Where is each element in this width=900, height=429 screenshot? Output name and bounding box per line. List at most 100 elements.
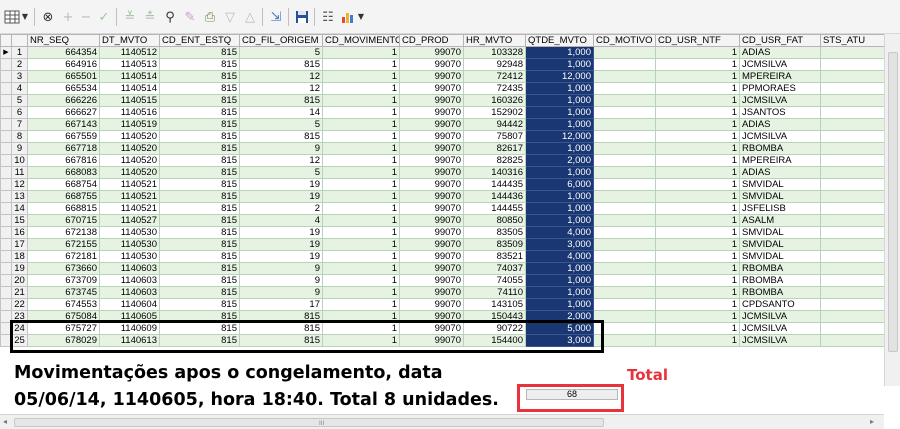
table-row[interactable]: 13 668755 1140521 815 19 1 99070 144436 1,000 1 SM… — [0, 190, 885, 203]
row-number[interactable]: 16 — [11, 226, 28, 239]
table-cell[interactable] — [593, 238, 656, 251]
table-cell[interactable]: 19 — [239, 178, 323, 191]
table-cell[interactable]: 1 — [322, 142, 400, 155]
remove-icon[interactable]: − — [76, 7, 96, 27]
table-cell[interactable]: 1 — [322, 58, 400, 71]
table-cell[interactable]: 12,000 — [525, 70, 594, 83]
table-cell[interactable]: 1140520 — [99, 166, 160, 179]
table-row[interactable]: 22 674553 1140604 815 17 1 99070 143105 1,000 1 CP… — [0, 298, 885, 311]
row-number[interactable]: 17 — [11, 238, 28, 251]
table-cell[interactable] — [593, 130, 656, 143]
table-cell[interactable]: 1140527 — [99, 214, 160, 227]
table-cell[interactable]: 14 — [239, 106, 323, 119]
column-header[interactable]: CD_MOTIVO — [593, 34, 656, 47]
table-cell[interactable]: 815 — [159, 46, 240, 59]
table-cell[interactable]: 667143 — [27, 118, 100, 131]
column-header[interactable]: CD_PROD — [399, 34, 464, 47]
table-cell[interactable]: 99070 — [399, 70, 464, 83]
table-cell[interactable]: 815 — [159, 214, 240, 227]
table-cell[interactable]: 1 — [655, 154, 740, 167]
table-cell[interactable]: 4,000 — [525, 226, 594, 239]
column-header[interactable]: DT_MVTO — [99, 34, 160, 47]
table-cell[interactable] — [820, 106, 885, 119]
table-cell[interactable]: 1140512 — [99, 46, 160, 59]
row-indicator[interactable] — [0, 298, 12, 311]
table-cell[interactable]: MPEREIRA — [739, 70, 821, 83]
table-cell[interactable]: 1,000 — [525, 214, 594, 227]
table-cell[interactable]: 1 — [322, 94, 400, 107]
table-cell[interactable]: 665501 — [27, 70, 100, 83]
table-cell[interactable]: MPEREIRA — [739, 154, 821, 167]
table-cell[interactable]: 1 — [322, 166, 400, 179]
table-cell[interactable]: 1140516 — [99, 106, 160, 119]
table-row[interactable]: 10 667816 1140520 815 12 1 99070 82825 2,000 1 MPE… — [0, 154, 885, 167]
table-row[interactable]: 2 664916 1140513 815 815 1 99070 92948 1,000 1 JCM… — [0, 58, 885, 71]
table-cell[interactable]: JCMSILVA — [739, 94, 821, 107]
row-number[interactable]: 3 — [11, 70, 28, 83]
column-header[interactable]: CD_MOVIMENTO — [322, 34, 400, 47]
table-cell[interactable] — [820, 238, 885, 251]
table-cell[interactable]: 1 — [322, 130, 400, 143]
row-indicator[interactable] — [0, 106, 12, 119]
row-number[interactable]: 6 — [11, 106, 28, 119]
table-cell[interactable]: 12,000 — [525, 130, 594, 143]
row-number[interactable]: 11 — [11, 166, 28, 179]
table-cell[interactable]: 815 — [239, 130, 323, 143]
table-cell[interactable]: 1140520 — [99, 154, 160, 167]
table-cell[interactable]: 673660 — [27, 262, 100, 275]
row-indicator[interactable] — [0, 202, 12, 215]
table-cell[interactable]: 2 — [239, 202, 323, 215]
table-cell[interactable]: 1140530 — [99, 250, 160, 263]
table-cell[interactable]: 99070 — [399, 178, 464, 191]
table-cell[interactable]: 5 — [239, 166, 323, 179]
table-cell[interactable]: 1 — [655, 190, 740, 203]
grid-menu-dropdown-icon[interactable]: ▼ — [20, 7, 30, 27]
table-cell[interactable]: 1140520 — [99, 130, 160, 143]
table-cell[interactable]: 1 — [655, 334, 740, 347]
row-indicator[interactable] — [0, 142, 12, 155]
table-cell[interactable]: 1 — [655, 286, 740, 299]
table-cell[interactable]: 80850 — [463, 214, 526, 227]
chart-icon[interactable] — [338, 7, 358, 27]
row-number[interactable]: 1 — [11, 46, 28, 59]
table-cell[interactable]: 1 — [322, 286, 400, 299]
scroll-right-icon[interactable]: ▸ — [870, 417, 874, 426]
table-cell[interactable]: CPDSANTO — [739, 298, 821, 311]
table-cell[interactable]: 1 — [655, 166, 740, 179]
print-icon[interactable]: ⎙ — [200, 7, 220, 27]
table-cell[interactable]: 1,000 — [525, 190, 594, 203]
table-cell[interactable]: 1 — [655, 310, 740, 323]
table-cell[interactable]: 1140530 — [99, 238, 160, 251]
table-cell[interactable] — [820, 58, 885, 71]
table-cell[interactable]: 99070 — [399, 94, 464, 107]
table-cell[interactable]: 99070 — [399, 274, 464, 287]
table-cell[interactable] — [820, 94, 885, 107]
row-indicator[interactable] — [0, 178, 12, 191]
sort-desc-icon[interactable]: ≛ — [140, 7, 160, 27]
table-cell[interactable]: 1 — [655, 298, 740, 311]
table-cell[interactable] — [593, 262, 656, 275]
table-cell[interactable]: 12 — [239, 82, 323, 95]
table-cell[interactable]: 815 — [159, 190, 240, 203]
table-cell[interactable]: 9 — [239, 286, 323, 299]
horizontal-scrollbar[interactable]: ◂ III ▸ — [0, 414, 884, 429]
table-cell[interactable] — [820, 274, 885, 287]
table-cell[interactable] — [820, 262, 885, 275]
table-cell[interactable]: 99070 — [399, 130, 464, 143]
table-cell[interactable]: 144455 — [463, 202, 526, 215]
column-header[interactable]: HR_MVTO — [463, 34, 526, 47]
table-cell[interactable]: 815 — [159, 202, 240, 215]
table-cell[interactable]: 815 — [159, 298, 240, 311]
table-cell[interactable]: 668083 — [27, 166, 100, 179]
table-cell[interactable]: JCMSILVA — [739, 322, 821, 335]
table-cell[interactable]: 668815 — [27, 202, 100, 215]
table-cell[interactable]: 1140603 — [99, 274, 160, 287]
table-cell[interactable]: 99070 — [399, 298, 464, 311]
table-cell[interactable]: 2,000 — [525, 154, 594, 167]
table-cell[interactable]: 674553 — [27, 298, 100, 311]
table-row[interactable]: 11 668083 1140520 815 5 1 99070 140316 1,000 1 ADI… — [0, 166, 885, 179]
row-indicator[interactable] — [0, 250, 12, 263]
table-cell[interactable]: 1 — [655, 214, 740, 227]
table-cell[interactable]: 1,000 — [525, 274, 594, 287]
column-header[interactable]: CD_ENT_ESTQ — [159, 34, 240, 47]
